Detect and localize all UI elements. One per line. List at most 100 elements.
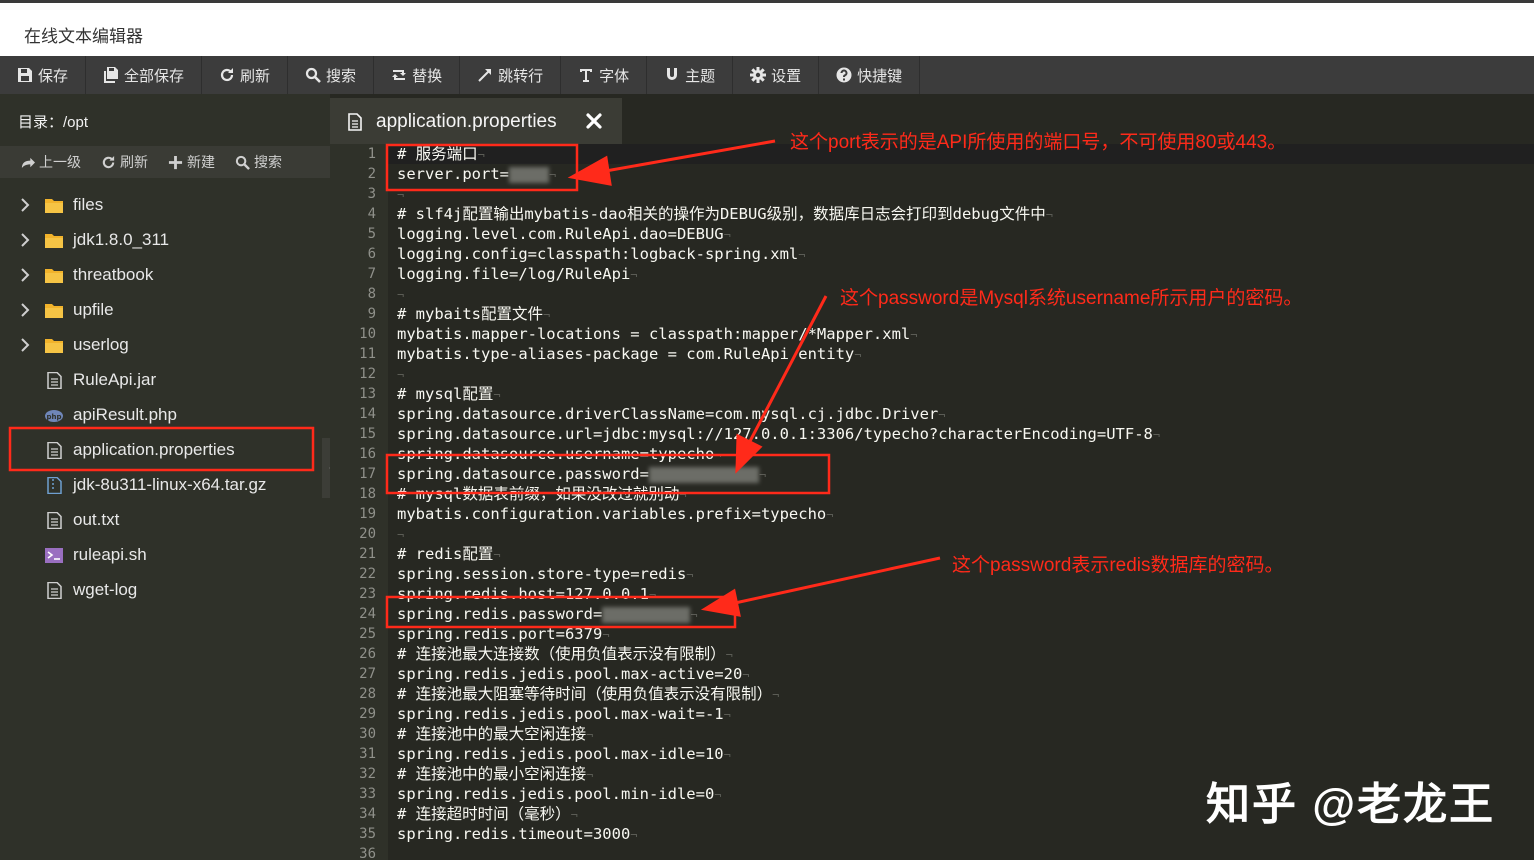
- save-all-button[interactable]: 全部保存: [86, 56, 203, 94]
- code-line: spring.redis.port=6379¬: [397, 624, 610, 644]
- invisible-newline-marker: ¬: [477, 148, 485, 162]
- code-line: ¬: [397, 284, 404, 304]
- file-name: apiResult.php: [73, 405, 177, 424]
- chevron-right-icon[interactable]: [19, 267, 31, 283]
- code-text: mybatis.configuration.variables.prefix=t…: [397, 505, 827, 523]
- code-line: spring.datasource.password= ¬: [397, 464, 766, 484]
- invisible-newline-marker: ¬: [679, 488, 687, 502]
- file-sidebar: 目录：/opt 上一级 刷新 新建 搜索 files jdk1.8.0_311 th…: [0, 94, 330, 860]
- folder-item[interactable]: threatbook: [0, 258, 330, 293]
- code-line: spring.redis.timeout=3000¬: [397, 824, 638, 844]
- invisible-newline-marker: ¬: [826, 508, 834, 522]
- chevron-right-icon[interactable]: [19, 232, 31, 248]
- file-icon: [44, 372, 64, 389]
- port-annotation: 这个port表示的是API所使用的端口号，不可使用80或443。: [790, 132, 1287, 153]
- chevron-right-icon[interactable]: [19, 302, 31, 318]
- file-item[interactable]: jdk-8u311-linux-x64.tar.gz: [0, 468, 330, 503]
- file-name: out.txt: [73, 510, 120, 529]
- folder-item[interactable]: files: [0, 188, 330, 223]
- code-line: # 连接池中的最小空闲连接¬: [397, 764, 593, 784]
- goto-line-icon: [477, 67, 493, 83]
- sidebar-search-button[interactable]: 搜索: [235, 152, 282, 172]
- plus-icon: [168, 155, 183, 170]
- code-text: # redis配置: [397, 545, 494, 563]
- folder-item[interactable]: upfile: [0, 293, 330, 328]
- zhihu-watermark: 知乎 @老龙王: [1206, 780, 1496, 829]
- search-button[interactable]: 搜索: [288, 56, 375, 94]
- chevron-right-icon[interactable]: [19, 197, 31, 213]
- code-text: # mysql数据表前缀，如果没改过就别动: [397, 485, 680, 503]
- line-number: 17: [359, 466, 376, 482]
- line-number: 28: [359, 686, 376, 702]
- line-number: 24: [359, 606, 376, 622]
- invisible-newline-marker: ¬: [714, 448, 722, 462]
- invisible-newline-marker: ¬: [397, 368, 405, 382]
- code-text: spring.redis.jedis.pool.min-idle=0: [397, 785, 715, 803]
- shortcuts-button[interactable]: 快捷键: [819, 56, 921, 94]
- invisible-newline-marker: ¬: [714, 788, 722, 802]
- invisible-newline-marker: ¬: [397, 188, 405, 202]
- file-item[interactable]: php apiResult.php: [0, 398, 330, 433]
- file-name: application.properties: [73, 440, 235, 459]
- file-item[interactable]: out.txt: [0, 503, 330, 538]
- file-item[interactable]: RuleApi.jar: [0, 363, 330, 398]
- folder-icon: [44, 232, 64, 249]
- new-file-button[interactable]: 新建: [168, 152, 215, 172]
- goto-line-button[interactable]: 跳转行: [460, 56, 562, 94]
- line-number-gutter: 1 2 3 4 5 6 7 8 9 10 11 12 13 14 15 16 17 18 19 20 21 22 23 24 2…: [330, 144, 388, 860]
- chevron-right-icon[interactable]: [19, 337, 31, 353]
- line-number: 13: [359, 386, 376, 402]
- new-file-label: 新建: [187, 154, 215, 170]
- redacted-value: [648, 466, 759, 483]
- up-level-button[interactable]: 上一级: [20, 152, 81, 172]
- font-icon: [578, 67, 594, 83]
- line-number: 16: [359, 446, 376, 462]
- file-icon: [44, 512, 64, 529]
- theme-label: 主题: [685, 67, 716, 85]
- file-item[interactable]: ruleapi.sh: [0, 538, 330, 573]
- code-text: spring.redis.jedis.pool.max-wait=-1: [397, 705, 724, 723]
- font-button[interactable]: 字体: [561, 56, 648, 94]
- code-line: # redis配置¬: [397, 544, 501, 564]
- line-number: 15: [359, 426, 376, 442]
- folder-item[interactable]: jdk1.8.0_311: [0, 223, 330, 258]
- redis-annotation: 这个password表示redis数据库的密码。: [952, 555, 1284, 576]
- file-name: jdk1.8.0_311: [73, 230, 170, 249]
- close-icon[interactable]: [585, 112, 603, 130]
- file-name: threatbook: [73, 265, 154, 284]
- replace-button[interactable]: 替换: [374, 56, 461, 94]
- tab-label: application.properties: [376, 111, 557, 132]
- line-number: 29: [359, 706, 376, 722]
- code-editor[interactable]: 1 2 3 4 5 6 7 8 9 10 11 12 13 14 15 16 17 18 19 20 21 22 23 24 2…: [330, 144, 1534, 860]
- svg-text:php: php: [46, 413, 61, 421]
- sidebar-refresh-button[interactable]: 刷新: [101, 152, 148, 172]
- refresh-icon: [219, 67, 235, 83]
- invisible-newline-marker: ¬: [910, 328, 918, 342]
- code-text: # 服务端口: [397, 145, 478, 163]
- line-number: 32: [359, 766, 376, 782]
- folder-icon: [44, 302, 64, 319]
- line-number: 36: [359, 846, 376, 860]
- refresh-button[interactable]: 刷新: [202, 56, 289, 94]
- tab-application-properties[interactable]: application.properties: [330, 98, 622, 146]
- invisible-newline-marker: ¬: [690, 608, 698, 622]
- folder-item[interactable]: userlog: [0, 328, 330, 363]
- file-tree: files jdk1.8.0_311 threatbook upfile userlog…: [0, 188, 330, 608]
- replace-label: 替换: [412, 67, 443, 85]
- folder-icon: [44, 267, 64, 284]
- code-text: mybatis.mapper-locations = classpath:map…: [397, 325, 911, 343]
- invisible-newline-marker: ¬: [397, 288, 405, 302]
- theme-button[interactable]: 主题: [647, 56, 734, 94]
- code-line: ¬: [397, 364, 404, 384]
- file-item[interactable]: application.properties: [0, 433, 330, 468]
- file-name: ruleapi.sh: [73, 545, 147, 564]
- title-bar: 在线文本编辑器: [0, 0, 1534, 56]
- line-number: 2: [367, 166, 376, 182]
- code-line: # slf4j配置输出mybatis-dao相关的操作为DEBUG级别，数据库日…: [397, 204, 1053, 224]
- save-button[interactable]: 保存: [0, 56, 87, 94]
- invisible-newline-marker: ¬: [648, 588, 657, 602]
- file-item[interactable]: wget-log: [0, 573, 330, 608]
- settings-button[interactable]: 设置: [733, 56, 820, 94]
- search-label: 搜索: [326, 67, 357, 85]
- sidebar-search-label: 搜索: [254, 154, 282, 170]
